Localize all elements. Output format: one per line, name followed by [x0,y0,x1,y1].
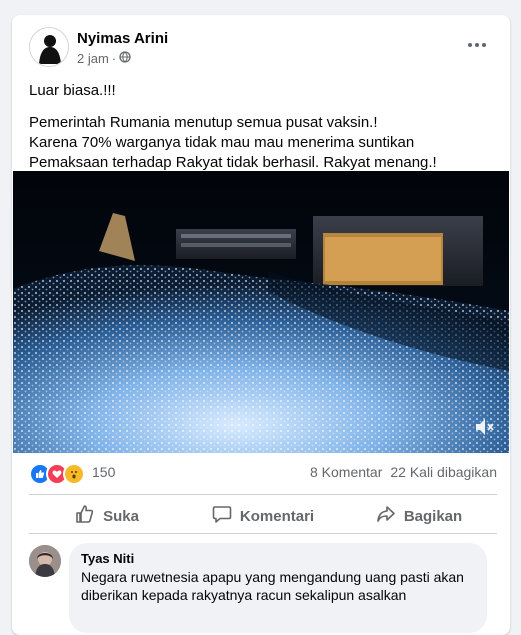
post-meta: 2 jam · [77,51,131,66]
share-label: Bagikan [403,507,463,525]
reaction-count[interactable]: 150 [92,464,115,480]
post-card: Nyimas Arini 2 jam · Luar biasa.!!! Peme… [12,15,510,635]
post-text-line: Luar biasa.!!! [29,82,116,99]
like-button[interactable]: Suka [29,499,185,533]
volume-muted-icon[interactable] [475,418,495,441]
share-icon [376,504,396,528]
globe-icon [119,51,131,66]
post-video[interactable] [13,171,509,453]
comment-label: Komentari [239,507,315,525]
comment-icon [212,504,232,528]
post-stats: 150 8 Komentar 22 Kali dibagikan [29,461,497,485]
post-time[interactable]: 2 jam [77,51,109,66]
reaction-icons[interactable] [29,463,85,485]
divider [29,494,497,495]
comment-bubble: Tyas Niti Negara ruwetnesia apapu yang m… [69,543,487,633]
like-label: Suka [103,507,139,525]
commenter-name[interactable]: Tyas Niti [81,551,475,566]
divider [29,533,497,534]
commenter-avatar[interactable] [29,545,61,577]
post-actions: Suka Komentari Bagikan [29,499,497,533]
comments-count[interactable]: 8 Komentar [310,464,382,480]
stats-right: 8 Komentar 22 Kali dibagikan [310,464,497,480]
post-text-line: Karena 70% warganya tidak mau mau meneri… [29,134,415,151]
thumbs-up-icon [75,504,95,528]
comment-button[interactable]: Komentari [185,499,341,533]
share-button[interactable]: Bagikan [341,499,497,533]
post-text-line: Pemaksaan terhadap Rakyat tidak berhasil… [29,154,437,171]
post-text: Luar biasa.!!! Pemerintah Rumania menutu… [29,81,499,173]
comment-text: Negara ruwetnesia apapu yang mengandung … [81,569,464,603]
dot-separator: · [111,51,117,66]
author-avatar[interactable] [29,27,69,67]
post-header: Nyimas Arini 2 jam · [29,27,499,69]
post-text-line: Pemerintah Rumania menutup semua pusat v… [29,114,378,131]
wow-icon [63,463,85,485]
more-options-icon[interactable] [463,35,491,55]
shares-count[interactable]: 22 Kali dibagikan [390,464,497,480]
author-name[interactable]: Nyimas Arini [77,30,168,47]
